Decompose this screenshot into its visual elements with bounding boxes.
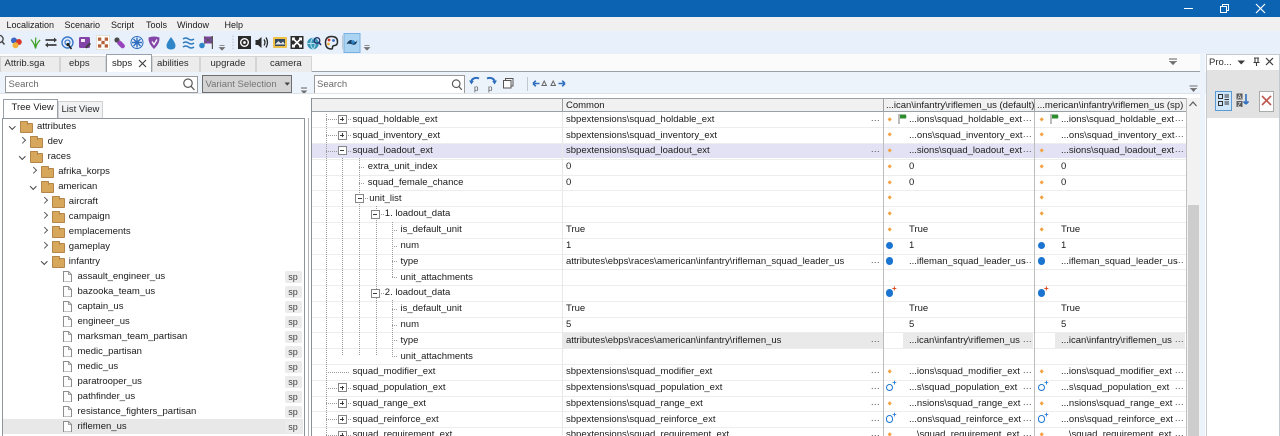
svg-text:A: A <box>1238 95 1242 101</box>
svg-text:p: p <box>474 84 479 93</box>
svg-text:Z: Z <box>1238 102 1242 108</box>
svg-text:p: p <box>488 84 493 93</box>
